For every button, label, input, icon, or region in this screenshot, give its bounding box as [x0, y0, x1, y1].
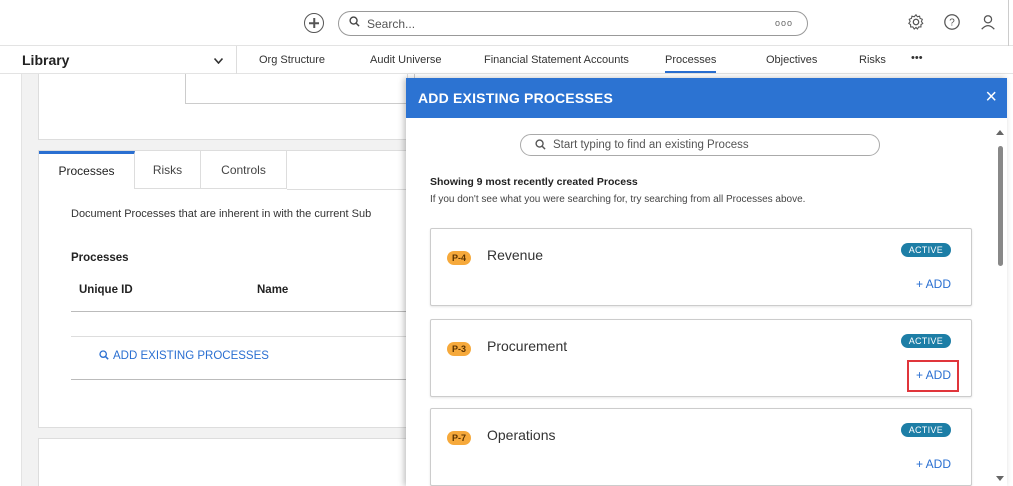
details-card [38, 74, 415, 140]
description-field[interactable] [185, 74, 415, 104]
process-search-input[interactable]: Start typing to find an existing Process [520, 134, 880, 156]
process-id-badge: P-7 [447, 431, 472, 445]
chevron-down-icon[interactable] [213, 55, 224, 67]
close-icon[interactable]: × [985, 86, 997, 108]
process-card: P-7 Operations ACTIVE + ADD [430, 408, 972, 486]
library-selector-label[interactable]: Library [22, 52, 69, 68]
process-card: P-3 Procurement ACTIVE + ADD [430, 319, 972, 397]
library-nav: Library Org Structure Audit Universe Fin… [0, 46, 1013, 74]
search-icon [349, 16, 360, 30]
search-icon [99, 350, 109, 360]
svg-text:?: ? [949, 18, 955, 29]
add-process-button[interactable]: + ADD [916, 277, 951, 291]
process-name: Operations [487, 427, 556, 443]
related-items-card: Processes Risks Controls Document Proces… [38, 150, 408, 428]
top-bar: Search... ooo ? [0, 0, 1013, 46]
lower-card [38, 438, 408, 486]
gear-icon[interactable] [905, 11, 927, 33]
tab-controls[interactable]: Controls [201, 151, 287, 189]
tab-risks[interactable]: Risks [135, 151, 201, 189]
search-placeholder: Start typing to find an existing Process [553, 139, 749, 151]
scroll-up-icon[interactable] [996, 130, 1004, 135]
global-search-input[interactable]: Search... ooo [338, 11, 808, 36]
nav-objectives[interactable]: Objectives [766, 54, 817, 66]
process-id-badge: P-4 [447, 251, 472, 265]
status-badge: ACTIVE [900, 243, 951, 257]
highlight-box [907, 360, 959, 392]
processes-description: Document Processes that are inherent in … [71, 208, 372, 220]
search-placeholder: Search... [367, 17, 416, 31]
add-existing-label: ADD EXISTING PROCESSES [113, 350, 269, 362]
column-header-name: Name [257, 284, 289, 296]
status-badge: ACTIVE [900, 334, 951, 348]
modal-title: ADD EXISTING PROCESSES [418, 90, 613, 106]
scroll-thumb[interactable] [998, 146, 1003, 266]
divider [71, 379, 407, 380]
results-count: Showing 9 most recently created Process [430, 176, 638, 188]
search-icon [535, 139, 546, 153]
search-hint: If you don't see what you were searching… [430, 194, 806, 205]
processes-section-title: Processes [71, 252, 129, 264]
nav-risks[interactable]: Risks [859, 54, 886, 66]
help-icon[interactable]: ? [941, 11, 963, 33]
nav-financial-statement-accounts[interactable]: Financial Statement Accounts [484, 54, 629, 66]
add-existing-processes-modal: ADD EXISTING PROCESSES × Start typing to… [406, 78, 1007, 486]
nav-more-icon[interactable]: ••• [911, 52, 923, 64]
scroll-down-icon[interactable] [996, 476, 1004, 481]
process-card: P-4 Revenue ACTIVE + ADD [430, 228, 972, 306]
divider [71, 311, 407, 312]
modal-header: ADD EXISTING PROCESSES × [406, 78, 1007, 118]
nav-org-structure[interactable]: Org Structure [259, 54, 325, 66]
user-icon[interactable] [977, 11, 999, 33]
process-name: Procurement [487, 338, 568, 354]
column-header-unique-id: Unique ID [79, 284, 133, 296]
divider [71, 336, 407, 337]
modal-scrollbar[interactable] [995, 126, 1005, 486]
divider [1008, 0, 1009, 46]
process-id-badge: P-3 [447, 342, 472, 356]
tab-processes[interactable]: Processes [39, 151, 135, 189]
nav-processes[interactable]: Processes [665, 54, 717, 73]
left-gutter [0, 74, 22, 486]
search-options-icon[interactable]: ooo [775, 18, 793, 28]
status-badge: ACTIVE [900, 423, 951, 437]
process-name: Revenue [487, 247, 544, 263]
plus-circle-icon[interactable] [304, 13, 324, 33]
nav-audit-universe[interactable]: Audit Universe [370, 54, 442, 66]
add-process-button[interactable]: + ADD [916, 457, 951, 471]
add-existing-processes-button[interactable]: ADD EXISTING PROCESSES [99, 350, 269, 362]
